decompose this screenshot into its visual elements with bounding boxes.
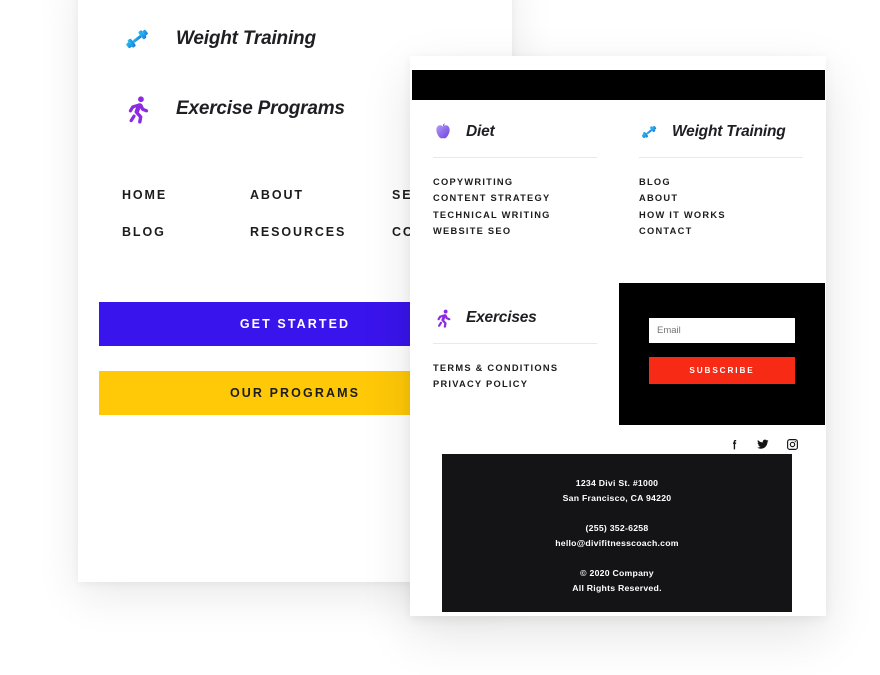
column-title: Exercises: [466, 309, 537, 326]
instagram-icon[interactable]: [785, 437, 799, 451]
footer-link-technical-writing[interactable]: TECHNICAL WRITING: [433, 207, 601, 223]
footer-link-contact[interactable]: CONTACT: [639, 223, 807, 239]
footer-column-weight-training: Weight Training BLOG ABOUT HOW IT WORKS …: [639, 118, 807, 239]
address-city: San Francisco, CA 94220: [562, 492, 672, 503]
nav-link-resources[interactable]: RESOURCES: [250, 225, 392, 239]
twitter-icon[interactable]: [756, 437, 770, 451]
feature-row-weight-training[interactable]: Weight Training: [122, 18, 482, 60]
feature-label: Exercise Programs: [176, 98, 345, 119]
apple-icon: [433, 122, 453, 142]
divider: [639, 157, 803, 158]
front-footer-card: Diet COPYWRITING CONTENT STRATEGY TECHNI…: [410, 56, 826, 616]
phone-number[interactable]: (255) 352-6258: [442, 521, 792, 536]
email-address[interactable]: hello@divifitnesscoach.com: [442, 536, 792, 551]
column-title: Diet: [466, 123, 495, 140]
column-links: COPYWRITING CONTENT STRATEGY TECHNICAL W…: [433, 174, 601, 239]
nav-link-home[interactable]: HOME: [122, 188, 250, 202]
black-top-bar: [412, 70, 825, 100]
footer-link-blog[interactable]: BLOG: [639, 174, 807, 190]
address-block: 1234 Divi St. #1000 San Francisco, CA 94…: [442, 454, 792, 612]
subscribe-button[interactable]: SUBSCRIBE: [649, 357, 795, 384]
footer-link-content-strategy[interactable]: CONTENT STRATEGY: [433, 190, 601, 206]
footer-link-about[interactable]: ABOUT: [639, 190, 807, 206]
subscribe-panel: SUBSCRIBE: [619, 283, 825, 425]
nav-link-about[interactable]: ABOUT: [250, 188, 392, 202]
column-links: BLOG ABOUT HOW IT WORKS CONTACT: [639, 174, 807, 239]
address-street: 1234 Divi St. #1000: [575, 478, 659, 488]
running-person-icon: [433, 308, 453, 328]
nav-link-blog[interactable]: BLOG: [122, 225, 250, 239]
social-links: [727, 437, 799, 451]
feature-label: Weight Training: [176, 28, 316, 49]
footer-link-privacy-policy[interactable]: PRIVACY POLICY: [433, 376, 601, 392]
footer-link-terms-conditions[interactable]: TERMS & CONDITIONS: [433, 360, 601, 376]
column-header: Exercises: [433, 304, 601, 332]
page-canvas: Weight Training Exercise Programs HOME A…: [0, 0, 880, 675]
footer-column-exercises: Exercises TERMS & CONDITIONS PRIVACY POL…: [433, 304, 601, 393]
column-header: Weight Training: [639, 118, 807, 146]
footer-link-website-seo[interactable]: WEBSITE SEO: [433, 223, 601, 239]
dumbbell-icon: [639, 122, 659, 142]
email-input[interactable]: [649, 318, 795, 343]
divider: [433, 157, 597, 158]
copyright-text: © 2020 Company: [580, 568, 654, 578]
footer-link-how-it-works[interactable]: HOW IT WORKS: [639, 207, 807, 223]
column-links: TERMS & CONDITIONS PRIVACY POLICY: [433, 360, 601, 393]
column-title: Weight Training: [672, 123, 786, 140]
running-person-icon: [122, 94, 152, 124]
footer-column-diet: Diet COPYWRITING CONTENT STRATEGY TECHNI…: [433, 118, 601, 239]
column-header: Diet: [433, 118, 601, 146]
divider: [433, 343, 597, 344]
footer-link-copywriting[interactable]: COPYWRITING: [433, 174, 601, 190]
rights-text: All Rights Reserved.: [572, 582, 662, 593]
dumbbell-icon: [122, 24, 152, 54]
facebook-icon[interactable]: [727, 437, 741, 451]
